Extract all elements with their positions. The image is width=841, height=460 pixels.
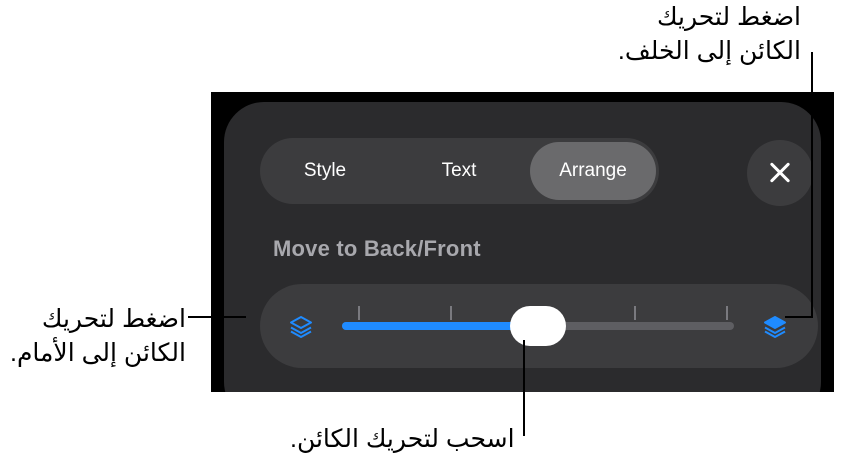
slider-tick [726, 306, 728, 320]
slider-fill [342, 322, 538, 330]
tab-style[interactable]: Style [266, 142, 384, 200]
callout-drag-line1: اسحب لتحريك الكائن. [290, 425, 515, 453]
callout-move-to-front-line2: الكائن إلى الأمام. [10, 339, 186, 367]
tab-text[interactable]: Text [400, 142, 518, 200]
leader-line-back [811, 52, 813, 317]
tab-segmented-control: Style Text Arrange [260, 138, 659, 204]
slider-thumb[interactable] [510, 306, 566, 346]
slider-tick [634, 306, 636, 320]
callout-move-to-back-line1: اضغط لتحريك [656, 3, 801, 31]
section-label-move: Move to Back/Front [273, 236, 481, 261]
callout-move-to-front-line1: اضغط لتحريك [41, 305, 186, 333]
callout-drag: اسحب لتحريك الكائن. [290, 422, 515, 456]
leader-line-drag [523, 340, 525, 436]
tab-arrange[interactable]: Arrange [530, 142, 656, 200]
close-button[interactable] [747, 140, 813, 206]
layer-slider-row [260, 284, 818, 368]
callout-move-to-front: اضغط لتحريك الكائن إلى الأمام. [10, 302, 186, 370]
layers-back-icon[interactable] [288, 314, 314, 340]
callout-move-to-back: اضغط لتحريك الكائن إلى الخلف. [618, 0, 801, 68]
callout-move-to-back-line2: الكائن إلى الخلف. [617, 37, 801, 65]
slider-tick [358, 306, 360, 320]
leader-line-front [188, 316, 246, 318]
slider-tick [450, 306, 452, 320]
leader-line-back-horizontal [785, 316, 813, 318]
